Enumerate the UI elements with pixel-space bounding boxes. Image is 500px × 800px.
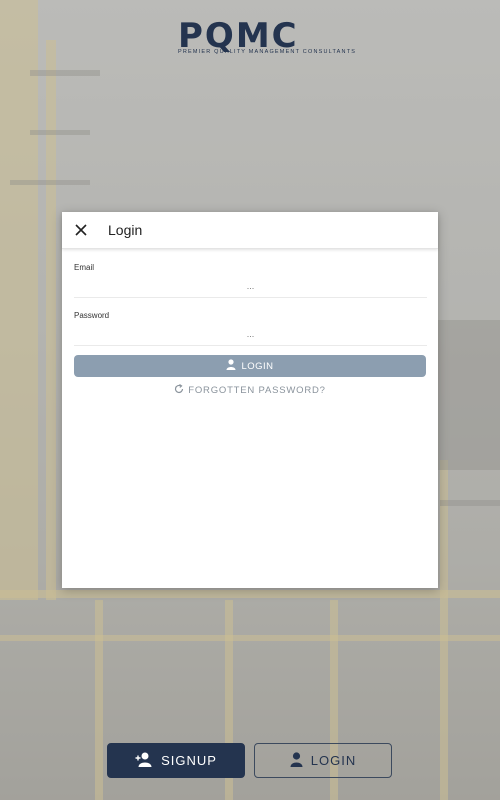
signup-label: SIGNUP [161,753,217,768]
dialog-title: Login [108,222,143,238]
user-icon [290,751,303,770]
logo-subtitle: PREMIER QUALITY MANAGEMENT CONSULTANTS [178,49,357,55]
login-label: LOGIN [310,753,357,768]
refresh-icon [174,384,184,397]
forgotten-password-link[interactable]: FORGOTTEN PASSWORD? [62,384,438,397]
login-submit-label: LOGIN [241,360,274,372]
login-button[interactable]: LOGIN [254,743,392,778]
pqmc-logo: PQMC PREMIER QUALITY MANAGEMENT CONSULTA… [176,16,357,60]
email-label: Email [74,263,95,272]
forgotten-password-label: FORGOTTEN PASSWORD? [188,385,326,396]
email-field[interactable]: Email ... [74,263,427,298]
password-field[interactable]: Password ... [74,311,427,346]
close-icon[interactable] [72,221,90,239]
signup-button[interactable]: SIGNUP [107,743,245,778]
password-input[interactable]: ... [74,320,427,346]
user-icon [226,359,236,373]
add-user-icon [135,752,153,770]
email-input[interactable]: ... [74,272,427,298]
login-dialog: Login Email ... Password ... LOGIN FORGO… [62,212,438,588]
password-label: Password [74,311,110,320]
login-submit-button[interactable]: LOGIN [74,355,426,377]
dialog-header: Login [62,212,438,249]
